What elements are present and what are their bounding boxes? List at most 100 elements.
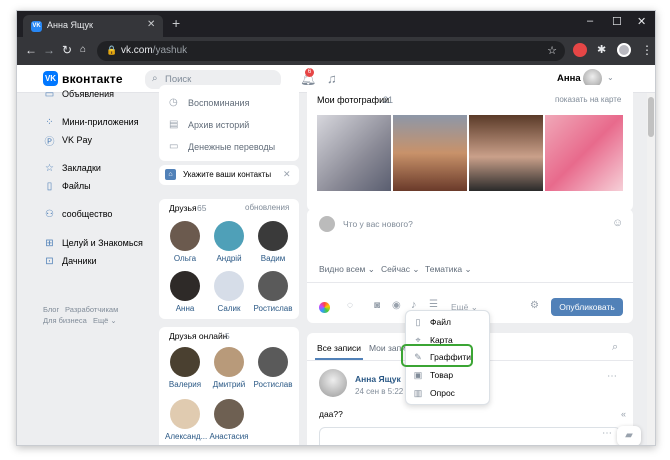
online-friend-item[interactable]: Валерия (165, 347, 205, 389)
friend-item[interactable]: Вадим (253, 221, 293, 263)
footer-business-link[interactable]: Для бизнеса (43, 316, 87, 325)
extension-icon[interactable] (573, 43, 587, 57)
menu-item-files[interactable]: ▯ Файлы (43, 179, 91, 193)
forward-icon[interactable]: → (43, 43, 55, 57)
menu-item-vkpay[interactable]: Ⓟ VK Pay (43, 133, 93, 148)
emoji-icon[interactable]: ☺ (612, 217, 623, 229)
post-input[interactable]: Что у вас нового? (343, 219, 413, 229)
repost-menu-icon[interactable]: ⋯ (602, 428, 612, 439)
friend-item[interactable]: Салик (209, 271, 249, 313)
online-friend-item[interactable]: Анастасия (209, 399, 249, 441)
online-friend-item[interactable]: Александ... (165, 399, 207, 441)
browser-tab[interactable]: VK Анна Ящук ✕ (23, 15, 163, 37)
menu-item-label: Целуй и Знакомься (62, 238, 143, 248)
photo-thumbnail[interactable] (317, 115, 391, 191)
reposted-content: ⋯ (319, 427, 621, 445)
publish-button[interactable]: Опубликовать (551, 298, 623, 316)
online-friend-item[interactable]: Ростислав (253, 347, 293, 389)
visibility-select[interactable]: Видно всем ⌄ (319, 264, 375, 275)
post-menu-icon[interactable]: ⋯ (607, 371, 617, 382)
profile-avatar[interactable] (617, 43, 631, 57)
post-date[interactable]: 24 сен в 5:22 (355, 387, 403, 396)
attach-product-item[interactable]: ▣ Товар (412, 367, 453, 383)
tab-all-posts[interactable]: Все записи (317, 343, 361, 353)
post-author-name[interactable]: Анна Ящук (355, 374, 401, 384)
visibility-label: Видно всем (319, 264, 366, 274)
friends-title[interactable]: Друзья (169, 203, 197, 213)
friend-avatar (258, 271, 288, 301)
menu-item-dachniki[interactable]: ⊡ Дачники (43, 254, 96, 268)
menu-item-apps[interactable]: ⁘ Мини-приложения (43, 115, 138, 129)
friend-item[interactable]: Андрій (209, 221, 249, 263)
stories-archive-link[interactable]: ▤ Архив историй (169, 119, 249, 130)
file-icon: ▯ (415, 316, 421, 327)
footer-blog-link[interactable]: Блог (43, 305, 59, 314)
music-icon[interactable]: ♫ (327, 71, 337, 86)
photo-thumbnail[interactable] (545, 115, 623, 191)
search-icon[interactable]: ⌕ (612, 341, 618, 354)
scrollbar-thumb[interactable] (648, 97, 654, 137)
online-friend-item[interactable]: Дмитрий (209, 347, 249, 389)
ads-icon: ▭ (44, 88, 55, 100)
photo-thumbnail[interactable] (469, 115, 543, 191)
friend-name: Ростислав (253, 304, 293, 313)
topic-select[interactable]: Тематика ⌄ (425, 264, 472, 275)
video-icon[interactable]: ◉ (392, 300, 401, 311)
close-window-icon[interactable]: ✕ (637, 15, 646, 28)
friend-name: Анастасия (209, 432, 249, 441)
footer-dev-link[interactable]: Разработчикам (65, 305, 118, 314)
money-transfers-link[interactable]: ▭ Денежные переводы (169, 141, 275, 152)
camera-icon[interactable]: ◙ (374, 300, 380, 311)
reload-icon[interactable]: ↻ (62, 43, 72, 57)
close-tab-icon[interactable]: ✕ (147, 19, 155, 30)
back-icon[interactable]: ← (25, 43, 37, 57)
friend-item[interactable]: Ростислав (253, 271, 293, 313)
photos-title[interactable]: Мои фотографии (317, 95, 389, 105)
menu-item-ads[interactable]: ▭ Объявления (43, 87, 114, 101)
home-icon[interactable]: ⌂ (80, 43, 86, 57)
bulb-icon[interactable]: ◌ (347, 300, 353, 311)
scrollbar[interactable] (647, 93, 655, 445)
friend-item[interactable]: Анна (165, 271, 205, 313)
attach-poll-item[interactable]: ▥ Опрос (412, 385, 455, 401)
settings-gear-icon[interactable]: ⚙ (530, 300, 539, 311)
apps-icon: ⁘ (45, 116, 54, 128)
friend-item[interactable]: Ольга (165, 221, 205, 263)
bookmark-star-icon[interactable]: ☆ (547, 44, 557, 57)
footer-more-link[interactable]: Ещё ⌄ (93, 316, 117, 325)
show-on-map-link[interactable]: показать на карте (555, 95, 621, 104)
user-name[interactable]: Анна (557, 73, 581, 84)
collapse-icon[interactable]: « (621, 409, 626, 419)
online-friends-title[interactable]: Друзья онлайн (169, 331, 227, 341)
photo-thumbnail[interactable] (393, 115, 467, 191)
menu-item-community[interactable]: ⚇ сообщество (43, 207, 112, 221)
post-author-avatar[interactable] (319, 369, 347, 397)
friends-updates-link[interactable]: обновления (245, 203, 289, 212)
color-wheel-icon[interactable] (319, 302, 330, 313)
lock-icon: 🔒 (106, 45, 118, 55)
memories-link[interactable]: ◷ Воспоминания (169, 97, 249, 108)
chat-bubble-icon[interactable]: ▰ (617, 426, 641, 445)
chevron-down-icon[interactable]: ⌄ (607, 73, 614, 82)
vk-logo-icon[interactable]: VK (43, 71, 58, 86)
online-friends-count: 5 (225, 331, 230, 341)
url-host: vk.com (121, 45, 153, 56)
graffiti-highlight (401, 344, 473, 367)
bookmark-icon: ☆ (45, 162, 54, 174)
new-tab-button[interactable]: + (172, 16, 180, 30)
menu-item-game[interactable]: ⊞ Целуй и Знакомься (43, 236, 143, 250)
contacts-prompt-card[interactable]: ⌂ Укажите ваши контакты ✕ (159, 165, 299, 185)
time-select[interactable]: Сейчас ⌄ (381, 264, 420, 275)
maximize-icon[interactable]: ☐ (612, 15, 622, 28)
puzzle-icon[interactable]: ✱ (597, 43, 606, 57)
gamepad-icon: ⊡ (45, 255, 54, 267)
menu-dots-icon[interactable]: ⋮ (641, 43, 653, 57)
minimize-icon[interactable]: – (587, 15, 593, 27)
vk-logo-text[interactable]: вконтакте (62, 72, 123, 86)
list-icon[interactable]: ☰ (429, 299, 438, 310)
friend-name: Ольга (173, 254, 197, 263)
attach-file-item[interactable]: ▯ Файл (412, 314, 451, 330)
close-icon[interactable]: ✕ (283, 169, 291, 180)
menu-item-bookmarks[interactable]: ☆ Закладки (43, 161, 101, 175)
address-bar[interactable]: 🔒 vk.com/yashuk ☆ (97, 41, 565, 61)
